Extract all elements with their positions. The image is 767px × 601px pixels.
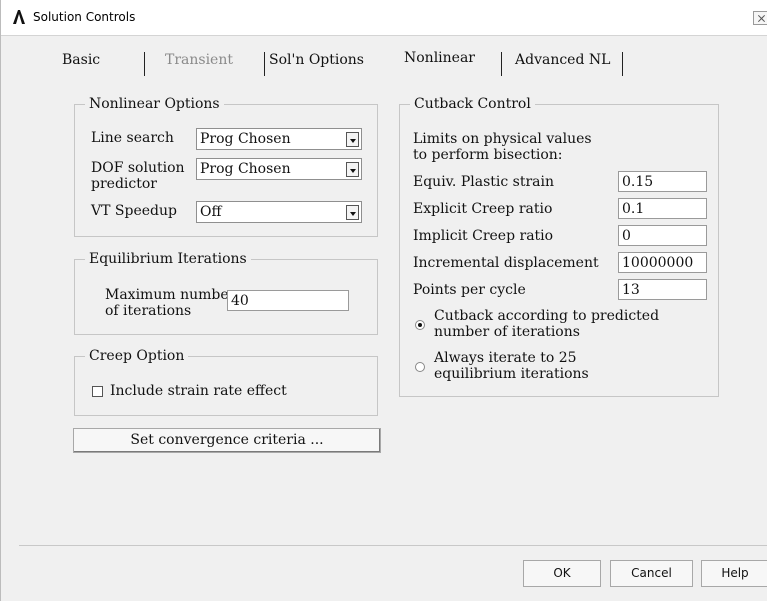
close-icon[interactable]: [753, 11, 767, 25]
incremental-displacement-value: 10000000: [622, 255, 694, 271]
incremental-displacement-input[interactable]: 10000000: [618, 252, 707, 273]
incremental-displacement-label: Incremental displacement: [413, 255, 599, 271]
include-strain-rate-label: Include strain rate effect: [110, 383, 287, 399]
explicit-creep-ratio-value: 0.1: [622, 201, 645, 217]
ok-button[interactable]: OK: [523, 560, 601, 587]
max-iterations-value: 40: [231, 293, 249, 309]
tab-advanced-nl[interactable]: Advanced NL: [515, 52, 610, 68]
footer-divider: [19, 545, 767, 546]
dof-predictor-select[interactable]: Prog Chosen: [196, 158, 362, 180]
explicit-creep-ratio-input[interactable]: 0.1: [618, 198, 707, 219]
tab-divider: [501, 52, 502, 76]
tab-divider: [264, 52, 265, 76]
chevron-down-icon[interactable]: [346, 162, 359, 177]
cancel-button[interactable]: Cancel: [610, 560, 693, 587]
window-title: Solution Controls: [33, 10, 136, 24]
max-iterations-label-line2: of iterations: [105, 303, 192, 319]
always-iterate-radio[interactable]: [415, 362, 425, 372]
creep-option-title: Creep Option: [85, 348, 189, 364]
cutback-control-title: Cutback Control: [410, 96, 535, 112]
cutback-predicted-label-line2: number of iterations: [434, 324, 580, 340]
tab-basic[interactable]: Basic: [62, 52, 100, 68]
equilibrium-iterations-title: Equilibrium Iterations: [85, 251, 251, 267]
equiv-plastic-strain-input[interactable]: 0.15: [618, 171, 707, 192]
tab-transient[interactable]: Transient: [165, 52, 233, 68]
cutback-predicted-label-line1: Cutback according to predicted: [434, 308, 660, 324]
points-per-cycle-input[interactable]: 13: [618, 279, 707, 300]
include-strain-rate-checkbox[interactable]: [92, 386, 103, 397]
set-convergence-criteria-button[interactable]: Set convergence criteria ...: [73, 428, 381, 453]
chevron-down-icon[interactable]: [346, 132, 359, 147]
solution-controls-window: Solution Controls Basic Transient Sol'n …: [0, 0, 767, 601]
points-per-cycle-label: Points per cycle: [413, 282, 526, 298]
line-search-value: Prog Chosen: [200, 131, 291, 147]
always-iterate-label-line1: Always iterate to 25: [434, 350, 577, 366]
max-iterations-label-line1: Maximum number: [105, 287, 236, 303]
vt-speedup-value: Off: [200, 204, 222, 220]
vt-speedup-label: VT Speedup: [91, 203, 177, 219]
tab-soln-options[interactable]: Sol'n Options: [269, 52, 364, 68]
title-bar: Solution Controls: [1, 0, 767, 36]
cutback-intro-line1: Limits on physical values: [413, 131, 592, 147]
implicit-creep-ratio-label: Implicit Creep ratio: [413, 228, 554, 244]
equiv-plastic-strain-label: Equiv. Plastic strain: [413, 174, 554, 190]
always-iterate-label-line2: equilibrium iterations: [434, 366, 589, 382]
help-button[interactable]: Help: [701, 560, 767, 587]
implicit-creep-ratio-input[interactable]: 0: [618, 225, 707, 246]
dof-predictor-label-line1: DOF solution: [91, 160, 185, 176]
cutback-predicted-radio[interactable]: [415, 320, 425, 330]
points-per-cycle-value: 13: [622, 282, 640, 298]
dof-predictor-value: Prog Chosen: [200, 161, 291, 177]
line-search-label: Line search: [91, 130, 174, 146]
max-iterations-input[interactable]: 40: [227, 290, 349, 311]
tab-divider: [622, 52, 623, 76]
dof-predictor-label-line2: predictor: [91, 176, 157, 192]
explicit-creep-ratio-label: Explicit Creep ratio: [413, 201, 553, 217]
ansys-logo-icon: [13, 10, 25, 24]
nonlinear-options-title: Nonlinear Options: [85, 96, 224, 112]
line-search-select[interactable]: Prog Chosen: [196, 128, 362, 150]
cutback-intro-line2: to perform bisection:: [413, 147, 563, 163]
equiv-plastic-strain-value: 0.15: [622, 174, 654, 190]
tab-divider: [144, 52, 145, 76]
chevron-down-icon[interactable]: [346, 205, 359, 220]
implicit-creep-ratio-value: 0: [622, 228, 631, 244]
tab-nonlinear[interactable]: Nonlinear: [404, 50, 475, 66]
vt-speedup-select[interactable]: Off: [196, 201, 362, 223]
